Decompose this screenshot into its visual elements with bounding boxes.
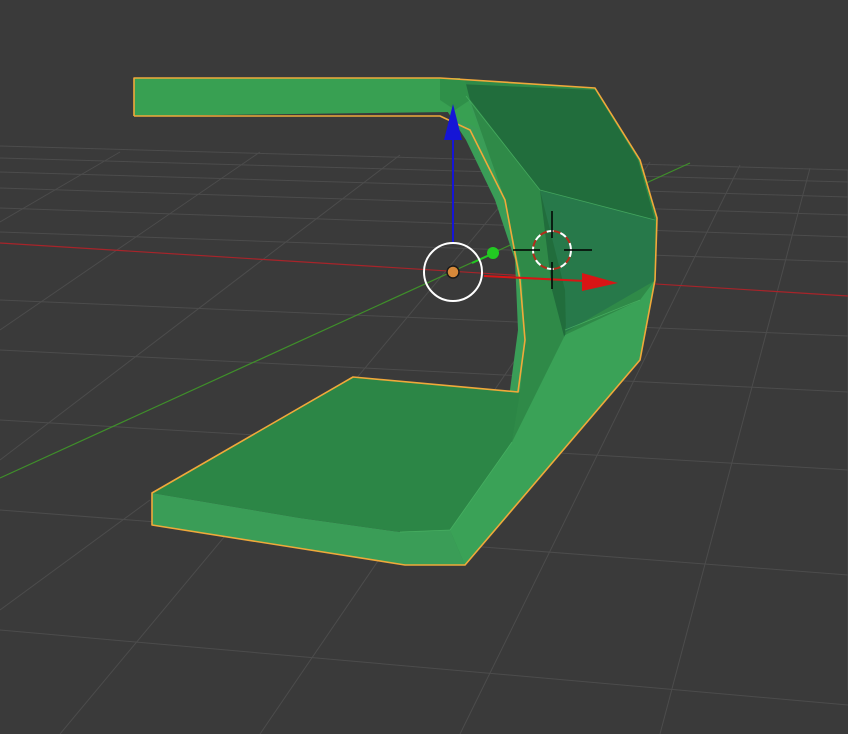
mesh-top-arm [134, 78, 480, 130]
object-origin [446, 265, 460, 279]
3d-viewport[interactable] [0, 0, 848, 734]
y-axis-handle[interactable] [487, 247, 499, 259]
mesh-object[interactable] [133, 77, 658, 566]
